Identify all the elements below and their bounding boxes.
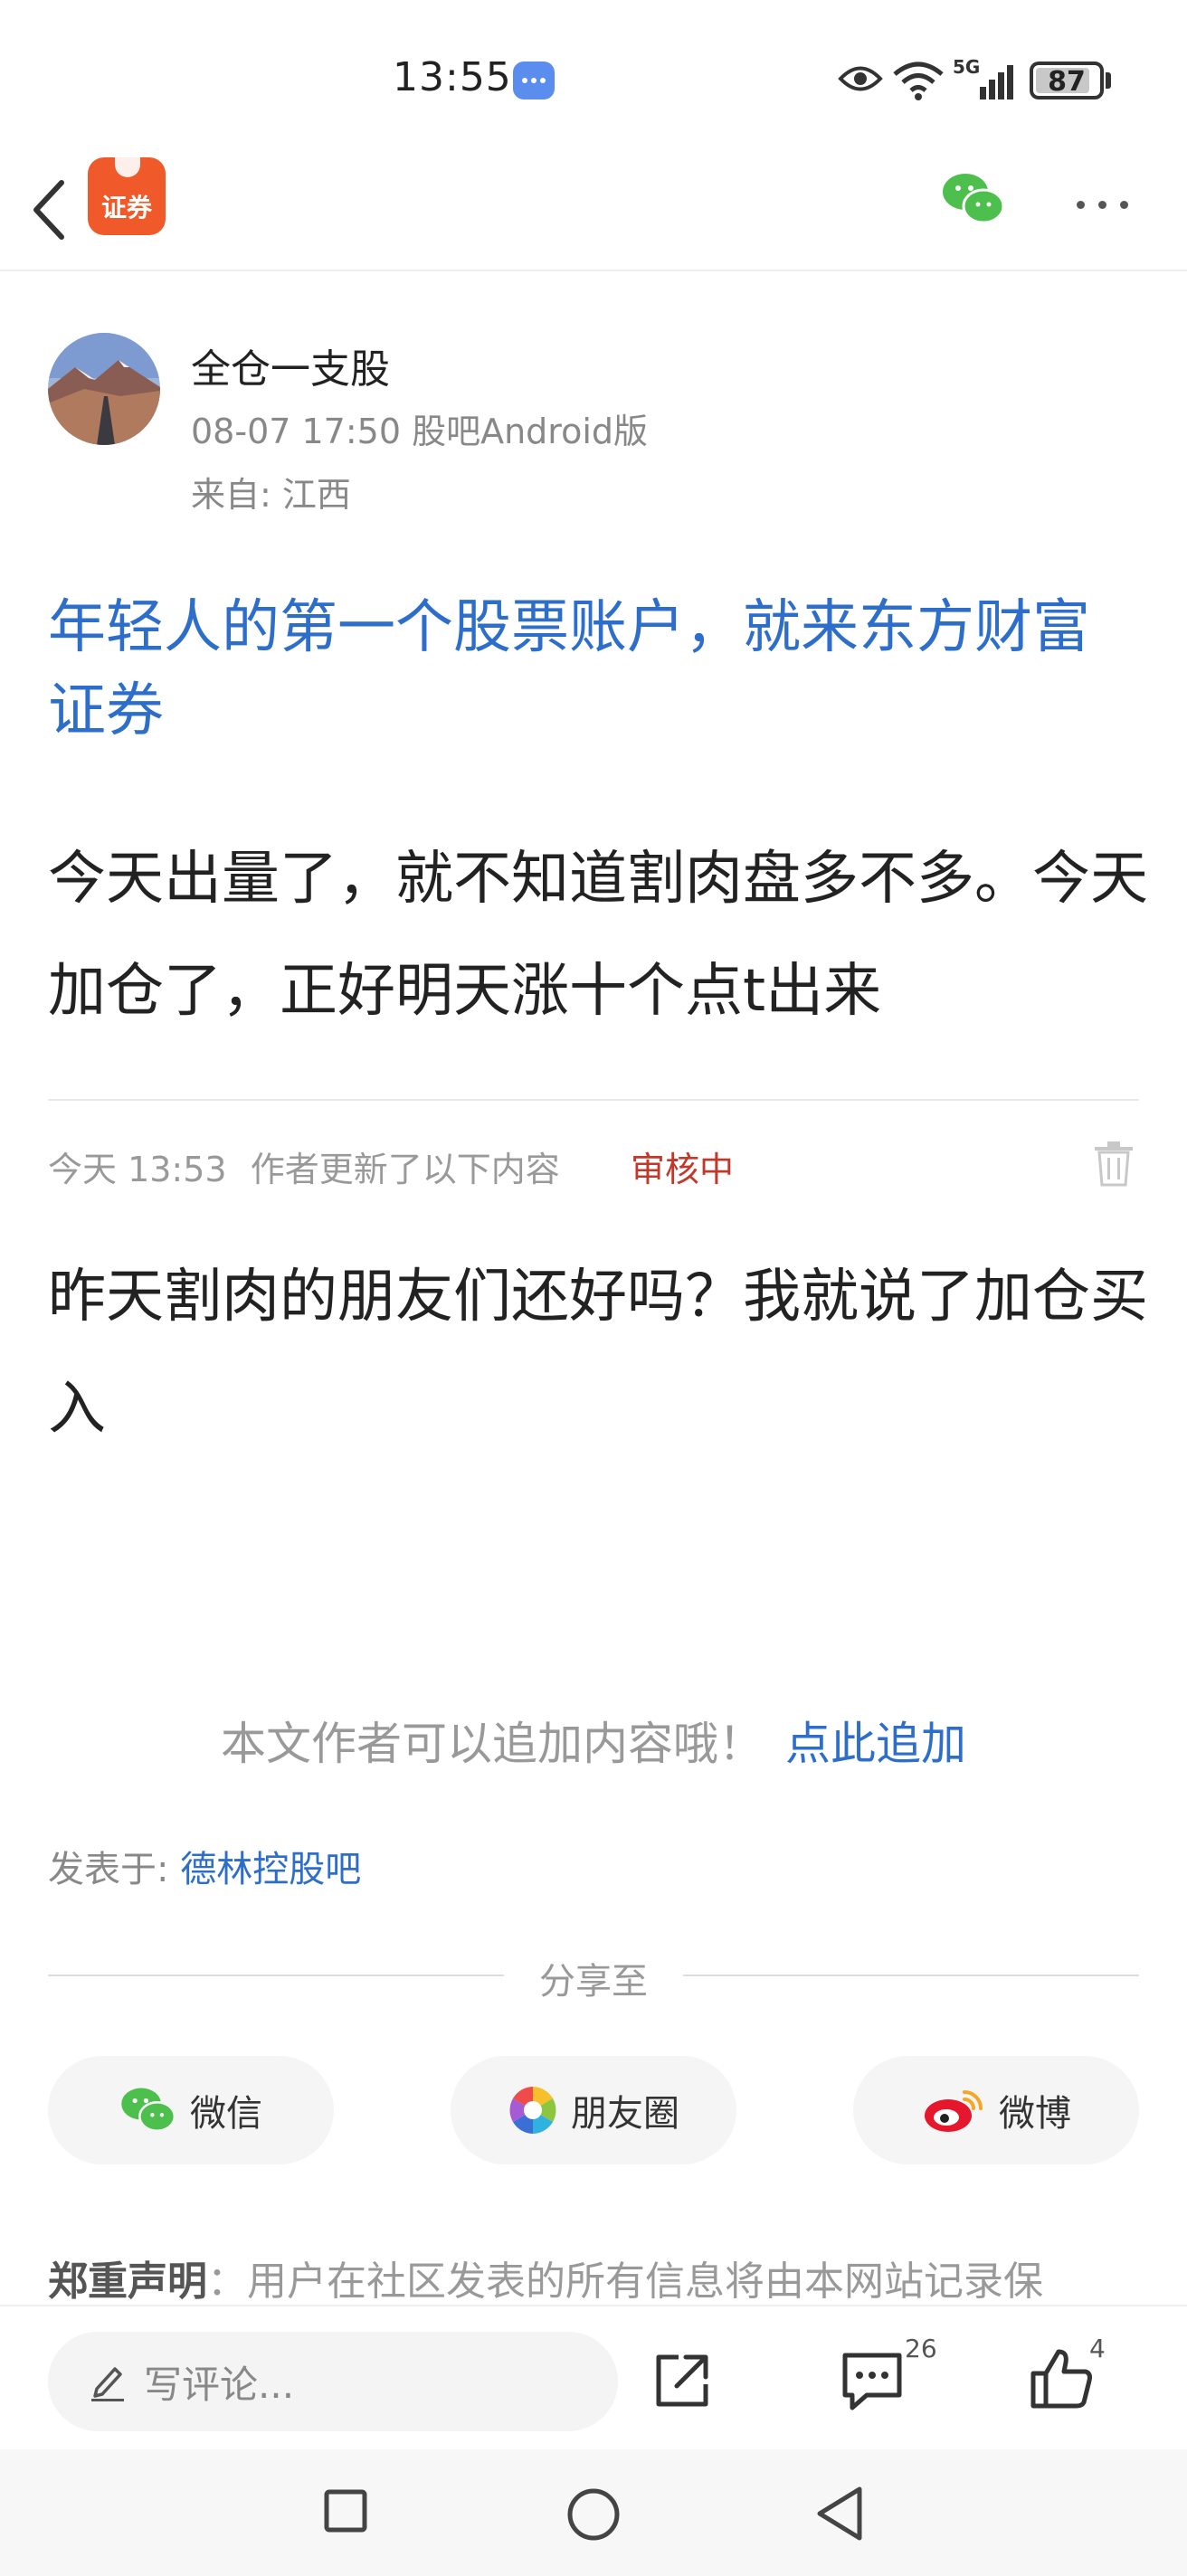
network-type-label: 5G bbox=[953, 56, 981, 78]
published-label: 发表于: bbox=[48, 1849, 169, 1890]
append-tip: 本文作者可以追加内容哦！ 点此追加 bbox=[0, 1708, 1187, 1773]
disclaimer-label: 郑重声明 bbox=[48, 2259, 207, 2305]
wechat-icon[interactable] bbox=[941, 170, 1006, 228]
recent-apps-icon[interactable] bbox=[324, 2489, 367, 2533]
author-name[interactable]: 全仓一支股 bbox=[191, 336, 390, 394]
top-nav-bar: 证券 bbox=[0, 154, 1187, 271]
published-in: 发表于: 德林控股吧 bbox=[48, 1840, 361, 1892]
update-note: 作者更新了以下内容 bbox=[250, 1150, 560, 1189]
append-content-link[interactable]: 点此追加 bbox=[785, 1718, 966, 1770]
share-divider-right bbox=[683, 1975, 1139, 1976]
system-back-icon[interactable] bbox=[814, 2486, 865, 2542]
forum-link[interactable]: 德林控股吧 bbox=[180, 1849, 361, 1890]
comment-icon[interactable] bbox=[840, 2350, 905, 2411]
avatar-image bbox=[48, 333, 160, 445]
disclaimer: 郑重声明：用户在社区发表的所有信息将由本网站记录保 bbox=[48, 2249, 1161, 2312]
message-notification-icon bbox=[513, 62, 555, 99]
comment-placeholder: 写评论... bbox=[144, 2362, 295, 2407]
bottom-action-bar: 写评论... 26 4 bbox=[0, 2305, 1187, 2449]
trash-icon[interactable] bbox=[1093, 1140, 1135, 1187]
ad-headline-link[interactable]: 年轻人的第一个股票账户，就来东方财富证券 bbox=[48, 586, 1134, 753]
share-title: 分享至 bbox=[539, 1961, 648, 2003]
thumbs-up-icon[interactable] bbox=[1030, 2346, 1095, 2411]
battery-level: 87 bbox=[1048, 66, 1086, 98]
battery-indicator: 87 bbox=[1030, 62, 1104, 99]
eye-icon bbox=[838, 66, 883, 91]
append-tip-text: 本文作者可以追加内容哦！ bbox=[221, 1718, 764, 1770]
post-body: 今天出量了，就不知道割肉盘多不多。今天加仓了，正好明天涨十个点t出来 bbox=[48, 846, 1148, 1025]
moments-icon bbox=[509, 2087, 556, 2134]
wechat-icon bbox=[121, 2088, 176, 2133]
battery-tip bbox=[1106, 72, 1111, 89]
post-location: 来自: 江西 bbox=[191, 475, 351, 515]
disclaimer-text: ：用户在社区发表的所有信息将由本网站记录保 bbox=[207, 2259, 1043, 2305]
review-status-badge: 审核中 bbox=[631, 1150, 735, 1189]
system-nav-bar bbox=[0, 2449, 1187, 2576]
back-arrow-icon[interactable] bbox=[27, 174, 72, 246]
status-bar: 13:55 5G 87 bbox=[0, 0, 1187, 154]
like-count: 4 bbox=[1089, 2334, 1106, 2363]
share-wechat-label: 微信 bbox=[190, 2093, 262, 2135]
logo-emblem-icon bbox=[115, 157, 140, 177]
share-wechat-button[interactable]: 微信 bbox=[48, 2056, 334, 2164]
status-time: 13:55 bbox=[393, 54, 512, 100]
share-weibo-label: 微博 bbox=[999, 2093, 1071, 2135]
update-body: 昨天割肉的朋友们还好吗？我就说了加仓买入 bbox=[48, 1264, 1148, 1443]
update-time: 今天 13:53 bbox=[48, 1150, 227, 1189]
share-moments-label: 朋友圈 bbox=[571, 2093, 679, 2135]
wifi-icon bbox=[893, 62, 944, 100]
comment-input[interactable]: 写评论... bbox=[48, 2332, 618, 2431]
cellular-signal-icon: 5G bbox=[953, 56, 1018, 99]
author-avatar[interactable] bbox=[48, 333, 160, 445]
divider bbox=[48, 1099, 1139, 1101]
weibo-icon bbox=[925, 2090, 983, 2132]
share-weibo-button[interactable]: 微博 bbox=[853, 2056, 1139, 2164]
share-moments-button[interactable]: 朋友圈 bbox=[451, 2056, 736, 2164]
app-logo-label: 证券 bbox=[100, 193, 152, 223]
share-divider-left bbox=[48, 1975, 504, 1976]
update-info: 今天 13:53 作者更新了以下内容 bbox=[48, 1141, 560, 1191]
share-out-icon[interactable] bbox=[651, 2352, 711, 2411]
comment-count: 26 bbox=[905, 2334, 937, 2363]
home-icon[interactable] bbox=[566, 2487, 621, 2542]
app-logo[interactable]: 证券 bbox=[88, 157, 166, 235]
post-meta: 08-07 17:50 股吧Android版 bbox=[191, 412, 649, 451]
more-options-icon[interactable] bbox=[1077, 195, 1142, 213]
pencil-icon bbox=[91, 2367, 124, 2401]
